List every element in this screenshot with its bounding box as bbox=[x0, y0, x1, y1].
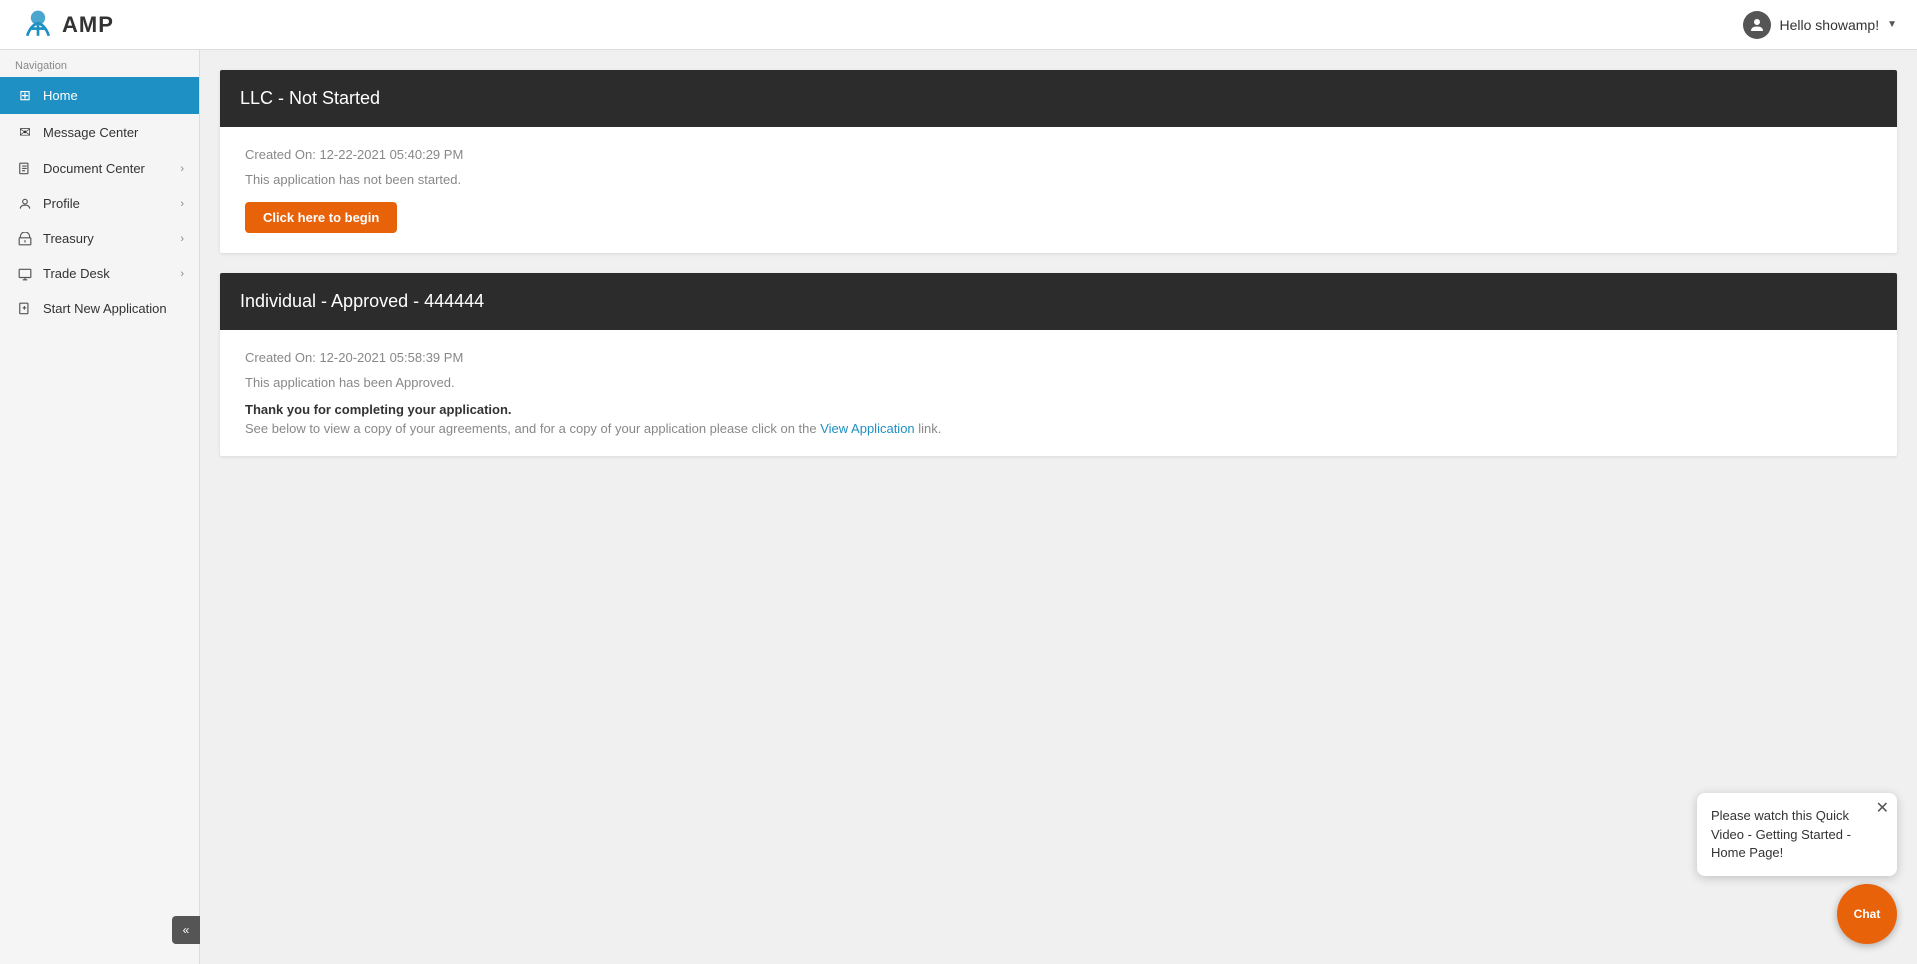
sidebar-item-treasury-label: Treasury bbox=[43, 231, 94, 246]
agreement-text-after: link. bbox=[915, 421, 942, 436]
sidebar-item-treasury[interactable]: Treasury › bbox=[0, 221, 199, 256]
view-application-link[interactable]: View Application bbox=[820, 421, 914, 436]
sidebar-item-start-new-application-label: Start New Application bbox=[43, 301, 167, 316]
sidebar-item-home-label: Home bbox=[43, 88, 78, 103]
llc-begin-button[interactable]: Click here to begin bbox=[245, 202, 397, 233]
header: AMP Hello showamp! ▼ bbox=[0, 0, 1917, 50]
sidebar-item-document-center-label: Document Center bbox=[43, 161, 145, 176]
individual-approved-text: This application has been Approved. bbox=[245, 375, 1872, 390]
llc-card-body: Created On: 12-22-2021 05:40:29 PM This … bbox=[220, 127, 1897, 253]
start-new-application-icon bbox=[15, 302, 35, 316]
treasury-chevron: › bbox=[180, 233, 184, 245]
chat-bubble: ✕ Please watch this Quick Video - Gettin… bbox=[1697, 793, 1897, 876]
sidebar: Navigation ⊞ Home ✉ Message Center Docum… bbox=[0, 50, 200, 964]
logo-text: AMP bbox=[62, 12, 114, 38]
treasury-icon bbox=[15, 232, 35, 246]
message-center-icon: ✉ bbox=[15, 124, 35, 141]
sidebar-item-message-center-label: Message Center bbox=[43, 125, 138, 140]
profile-icon bbox=[15, 197, 35, 211]
sidebar-item-trade-desk-label: Trade Desk bbox=[43, 266, 110, 281]
document-center-icon bbox=[15, 162, 35, 176]
user-dropdown-arrow: ▼ bbox=[1887, 19, 1897, 30]
sidebar-item-start-new-application[interactable]: Start New Application bbox=[0, 291, 199, 326]
sidebar-item-message-center[interactable]: ✉ Message Center bbox=[0, 114, 199, 151]
llc-card-header: LLC - Not Started bbox=[220, 70, 1897, 127]
sidebar-item-home[interactable]: ⊞ Home bbox=[0, 77, 199, 114]
chat-bubble-text: Please watch this Quick Video - Getting … bbox=[1711, 808, 1851, 859]
document-center-chevron: › bbox=[180, 163, 184, 175]
logo: AMP bbox=[20, 7, 114, 43]
sidebar-item-document-center[interactable]: Document Center › bbox=[0, 151, 199, 186]
trade-desk-icon bbox=[15, 267, 35, 281]
nav-label: Navigation bbox=[0, 50, 199, 77]
sidebar-item-profile[interactable]: Profile › bbox=[0, 186, 199, 221]
sidebar-collapse-button[interactable]: « bbox=[172, 916, 200, 944]
agreement-text-before: See below to view a copy of your agreeme… bbox=[245, 421, 820, 436]
sidebar-item-profile-label: Profile bbox=[43, 196, 80, 211]
logo-icon bbox=[20, 7, 56, 43]
individual-application-card: Individual - Approved - 444444 Created O… bbox=[220, 273, 1897, 456]
llc-application-card: LLC - Not Started Created On: 12-22-2021… bbox=[220, 70, 1897, 253]
home-icon: ⊞ bbox=[15, 87, 35, 104]
individual-card-body: Created On: 12-20-2021 05:58:39 PM This … bbox=[220, 330, 1897, 456]
individual-card-title: Individual - Approved - 444444 bbox=[240, 291, 484, 311]
llc-status-text: This application has not been started. bbox=[245, 172, 1872, 187]
layout: Navigation ⊞ Home ✉ Message Center Docum… bbox=[0, 50, 1917, 964]
user-avatar-icon bbox=[1743, 11, 1771, 39]
sidebar-item-trade-desk[interactable]: Trade Desk › bbox=[0, 256, 199, 291]
profile-chevron: › bbox=[180, 198, 184, 210]
chat-button[interactable]: Chat bbox=[1837, 884, 1897, 944]
trade-desk-chevron: › bbox=[180, 268, 184, 280]
main-content: LLC - Not Started Created On: 12-22-2021… bbox=[200, 50, 1917, 964]
individual-agreement-text: See below to view a copy of your agreeme… bbox=[245, 421, 1872, 436]
individual-created-date: Created On: 12-20-2021 05:58:39 PM bbox=[245, 350, 1872, 365]
individual-card-header: Individual - Approved - 444444 bbox=[220, 273, 1897, 330]
user-greeting: Hello showamp! bbox=[1779, 17, 1879, 33]
llc-created-date: Created On: 12-22-2021 05:40:29 PM bbox=[245, 147, 1872, 162]
llc-card-title: LLC - Not Started bbox=[240, 88, 380, 108]
user-section[interactable]: Hello showamp! ▼ bbox=[1743, 11, 1897, 39]
chat-container: ✕ Please watch this Quick Video - Gettin… bbox=[1697, 793, 1897, 944]
chat-close-button[interactable]: ✕ bbox=[1876, 801, 1889, 817]
individual-thank-you-text: Thank you for completing your applicatio… bbox=[245, 402, 1872, 417]
